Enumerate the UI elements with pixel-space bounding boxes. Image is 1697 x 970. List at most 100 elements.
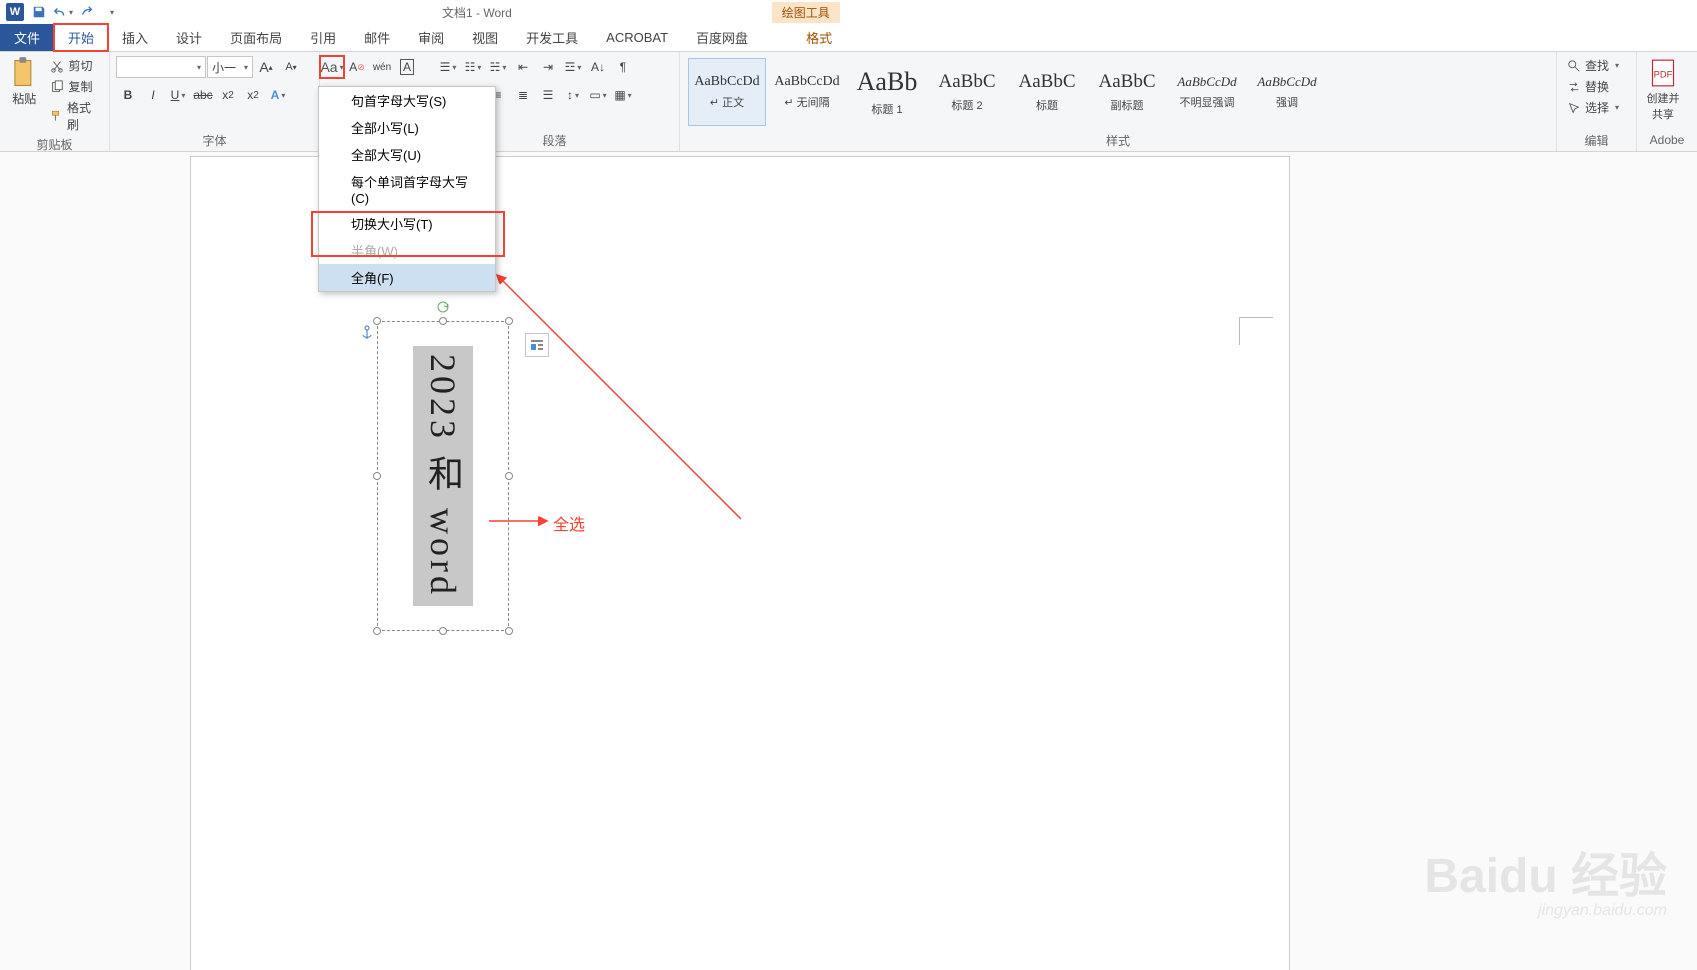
tab-layout[interactable]: 页面布局: [216, 24, 296, 51]
copy-label: 复制: [68, 78, 92, 95]
distributed-icon[interactable]: ☰: [536, 84, 560, 106]
line-spacing-icon[interactable]: ↕▾: [561, 84, 585, 106]
tab-format[interactable]: 格式: [792, 24, 846, 51]
paste-button[interactable]: 粘贴: [6, 56, 42, 122]
copy-button[interactable]: 复制: [46, 77, 103, 96]
rotate-handle-icon[interactable]: [435, 299, 451, 315]
borders-icon[interactable]: ▦▾: [611, 84, 635, 106]
cut-button[interactable]: 剪切: [46, 56, 103, 75]
create-share-pdf-button[interactable]: PDF 创建并共享: [1643, 56, 1683, 122]
style-name: 标题 2: [951, 97, 982, 113]
numbering-icon[interactable]: ☷▾: [461, 56, 485, 78]
font-name-combo[interactable]: ▾: [116, 56, 206, 78]
tab-design[interactable]: 设计: [162, 24, 216, 51]
group-clipboard: 粘贴 剪切 复制 格式刷 剪贴板: [0, 52, 110, 151]
find-button[interactable]: 查找▾: [1563, 56, 1623, 75]
multilevel-list-icon[interactable]: ☵▾: [486, 56, 510, 78]
strikethrough-icon[interactable]: abc: [191, 84, 215, 106]
shading-icon[interactable]: ▭▾: [586, 84, 610, 106]
tab-insert[interactable]: 插入: [108, 24, 162, 51]
style-item[interactable]: AaBbCcDd↵ 正文: [688, 58, 766, 126]
bold-icon[interactable]: B: [116, 84, 140, 106]
phonetic-guide-icon[interactable]: wén: [370, 56, 394, 78]
show-marks-icon[interactable]: ¶: [611, 56, 635, 78]
selected-text-box[interactable]: 2023 和 word: [377, 321, 509, 631]
cut-label: 剪切: [68, 57, 92, 74]
word-app-icon[interactable]: W: [4, 2, 26, 22]
tab-review[interactable]: 审阅: [404, 24, 458, 51]
increase-indent-icon[interactable]: ⇥: [536, 56, 560, 78]
change-case-menu: 句首字母大写(S) 全部小写(L) 全部大写(U) 每个单词首字母大写(C) 切…: [318, 86, 496, 292]
replace-button[interactable]: 替换: [1563, 77, 1623, 96]
sort-icon[interactable]: A↓: [586, 56, 610, 78]
resize-handle[interactable]: [373, 472, 381, 480]
tab-home[interactable]: 开始: [54, 24, 108, 51]
select-button[interactable]: 选择▾: [1563, 98, 1623, 117]
style-item[interactable]: AaBbCcDd不明显强调: [1168, 58, 1246, 126]
subscript-icon[interactable]: x2: [216, 84, 240, 106]
vertical-text: 2023 和 word: [413, 346, 473, 606]
styles-group-label: 样式: [686, 130, 1550, 149]
bullets-icon[interactable]: ☰▾: [436, 56, 460, 78]
ribbon-tabs: 文件 开始 插入 设计 页面布局 引用 邮件 审阅 视图 开发工具 ACROBA…: [0, 24, 1697, 52]
document-area[interactable]: 2023 和 word 全选 Baidu 经验 jingyan.baidu.co…: [0, 152, 1697, 970]
menu-toggle-case[interactable]: 切换大小写(T): [319, 210, 495, 237]
italic-icon[interactable]: I: [141, 84, 165, 106]
menu-uppercase[interactable]: 全部大写(U): [319, 141, 495, 168]
change-case-button[interactable]: Aa▾: [320, 56, 344, 78]
decrease-indent-icon[interactable]: ⇤: [511, 56, 535, 78]
margin-corner-indicator: [1239, 317, 1273, 345]
underline-icon[interactable]: U▾: [166, 84, 190, 106]
style-item[interactable]: AaBbCcDd强调: [1248, 58, 1326, 126]
tab-mailings[interactable]: 邮件: [350, 24, 404, 51]
style-item[interactable]: AaBbC标题 2: [928, 58, 1006, 126]
resize-handle[interactable]: [505, 627, 513, 635]
superscript-icon[interactable]: x2: [241, 84, 265, 106]
format-painter-label: 格式刷: [67, 99, 99, 133]
clipboard-group-label: 剪贴板: [6, 134, 103, 153]
watermark-url: jingyan.baidu.com: [1424, 902, 1667, 920]
annotation-arrow: [487, 513, 557, 529]
title-bar: W ▾ ▾ 文档1 - Word 绘图工具: [0, 0, 1697, 24]
shrink-font-icon[interactable]: A▾: [279, 56, 303, 78]
tab-references[interactable]: 引用: [296, 24, 350, 51]
style-preview: AaBbC: [1099, 71, 1156, 93]
text-box-content[interactable]: 2023 和 word: [391, 331, 495, 621]
format-painter-button[interactable]: 格式刷: [46, 98, 103, 134]
style-preview: AaBbC: [1019, 71, 1076, 93]
tab-acrobat[interactable]: ACROBAT: [592, 24, 682, 51]
clear-formatting-icon[interactable]: A⊘: [345, 56, 369, 78]
tab-developer[interactable]: 开发工具: [512, 24, 592, 51]
style-preview: AaBbCcDd: [774, 74, 839, 90]
text-effects-icon[interactable]: A▾: [266, 84, 290, 106]
save-icon[interactable]: [28, 2, 50, 22]
document-title: 文档1 - Word: [442, 4, 512, 21]
group-adobe: PDF 创建并共享 Adobe: [1637, 52, 1697, 151]
tab-baidu-netdisk[interactable]: 百度网盘: [682, 24, 762, 51]
resize-handle[interactable]: [373, 317, 381, 325]
ribbon: 粘贴 剪切 复制 格式刷 剪贴板 ▾ 小一▾ A▴ A▾ B I: [0, 52, 1697, 152]
tab-view[interactable]: 视图: [458, 24, 512, 51]
menu-lowercase[interactable]: 全部小写(L): [319, 114, 495, 141]
style-item[interactable]: AaBbC副标题: [1088, 58, 1166, 126]
asian-layout-icon[interactable]: ☲▾: [561, 56, 585, 78]
styles-gallery[interactable]: AaBbCcDd↵ 正文AaBbCcDd↵ 无间隔AaBb标题 1AaBbC标题…: [686, 56, 1550, 130]
style-item[interactable]: AaBb标题 1: [848, 58, 926, 126]
style-item[interactable]: AaBbCcDd↵ 无间隔: [768, 58, 846, 126]
qat-customize-icon[interactable]: ▾: [100, 2, 122, 22]
style-item[interactable]: AaBbC 标题: [1008, 58, 1086, 126]
grow-font-icon[interactable]: A▴: [254, 56, 278, 78]
character-border-icon[interactable]: A: [395, 56, 419, 78]
menu-sentence-case[interactable]: 句首字母大写(S): [319, 87, 495, 114]
font-size-combo[interactable]: 小一▾: [207, 56, 253, 78]
justify-icon[interactable]: ≣: [511, 84, 535, 106]
redo-icon[interactable]: [76, 2, 98, 22]
resize-handle[interactable]: [439, 627, 447, 635]
menu-capitalize-each-word[interactable]: 每个单词首字母大写(C): [319, 168, 495, 210]
resize-handle[interactable]: [373, 627, 381, 635]
menu-full-width[interactable]: 全角(F): [319, 264, 495, 291]
tab-file[interactable]: 文件: [0, 24, 54, 51]
style-name: 标题: [1036, 97, 1058, 113]
undo-icon[interactable]: ▾: [52, 2, 74, 22]
resize-handle[interactable]: [439, 317, 447, 325]
